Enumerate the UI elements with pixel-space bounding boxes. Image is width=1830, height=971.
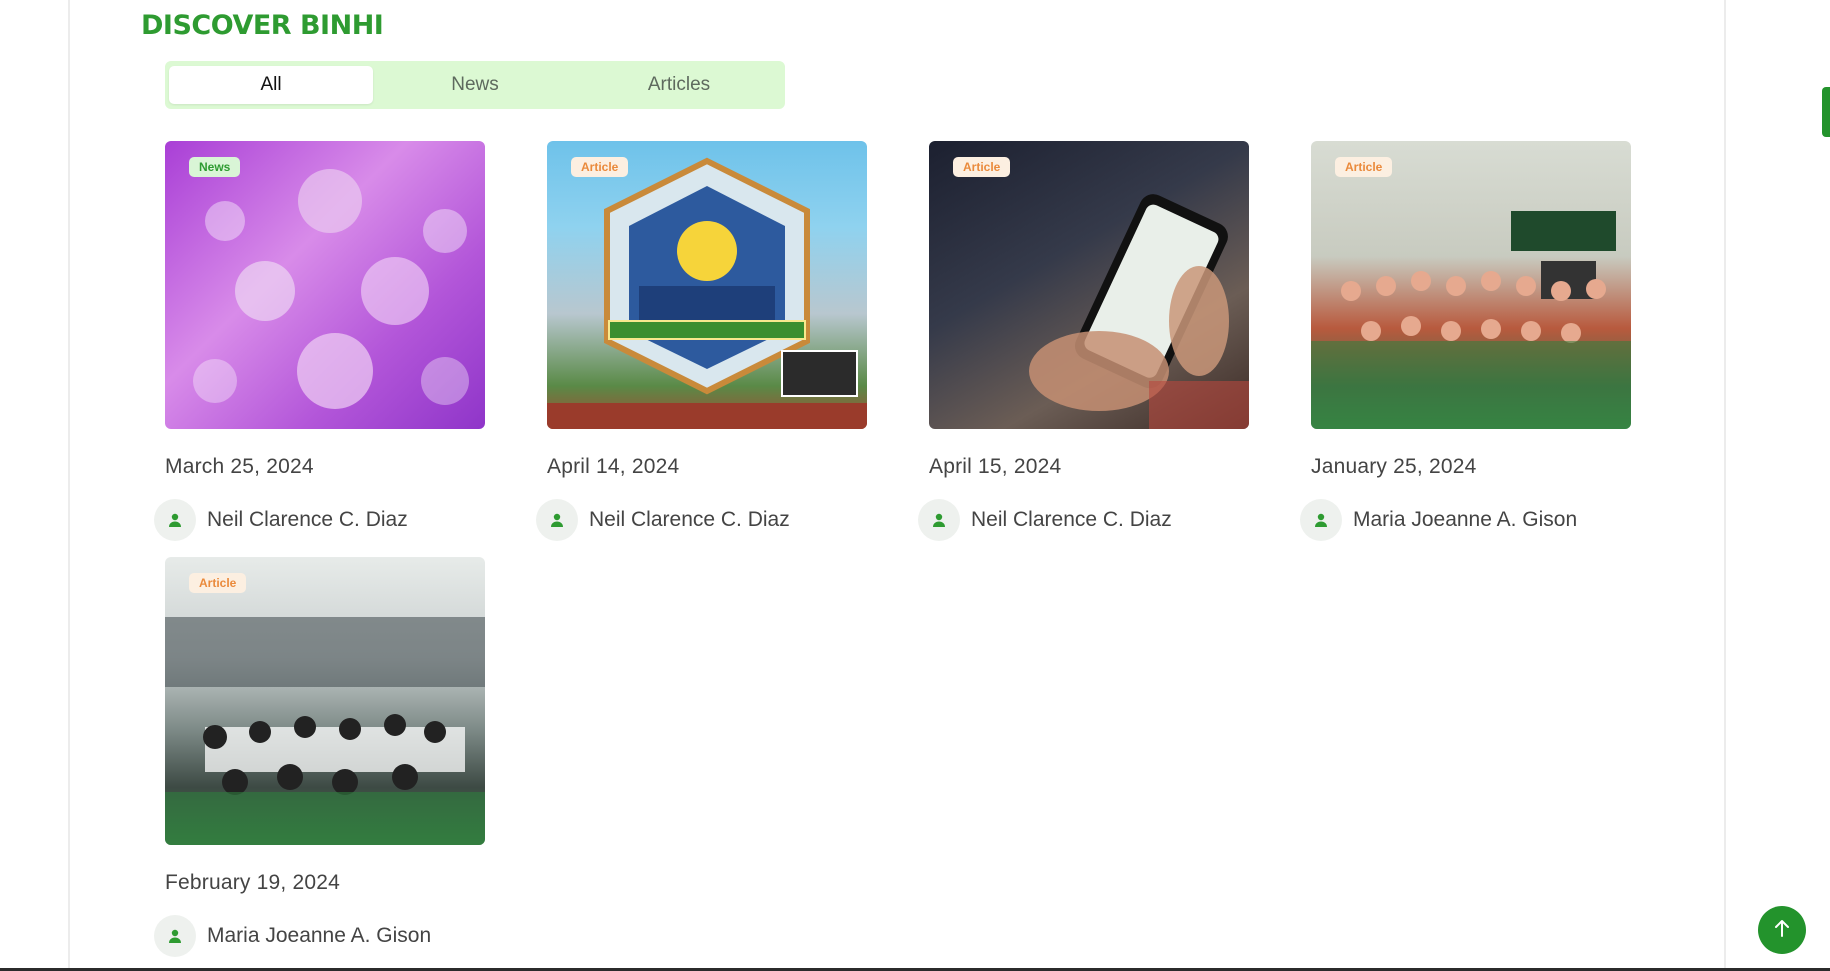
post-image-art xyxy=(1311,211,1631,429)
post-image[interactable]: Article xyxy=(547,141,867,429)
post-author[interactable]: Neil Clarence C. Diaz xyxy=(536,499,867,541)
post-image-art xyxy=(193,169,469,409)
post-author[interactable]: Neil Clarence C. Diaz xyxy=(154,499,485,541)
post-image-art xyxy=(547,157,867,429)
user-icon xyxy=(154,499,196,541)
post-card[interactable]: Article February 19, 2024 Maria Joeanne … xyxy=(154,557,485,957)
author-name: Neil Clarence C. Diaz xyxy=(589,508,790,531)
user-icon xyxy=(154,915,196,957)
post-image[interactable]: Article xyxy=(165,557,485,845)
filter-tabs: All News Articles xyxy=(165,61,785,109)
tab-articles[interactable]: Articles xyxy=(577,66,781,104)
section-title: DISCOVER BINHI xyxy=(141,10,384,41)
post-image-art xyxy=(1029,194,1249,429)
post-card[interactable]: Article April 15, 2024 Neil Clarence C. … xyxy=(918,141,1249,541)
post-date: April 15, 2024 xyxy=(929,455,1062,478)
post-author[interactable]: Maria Joeanne A. Gison xyxy=(154,915,485,957)
type-badge: Article xyxy=(189,573,247,593)
post-card[interactable]: News March 25, 2024 Neil Clarence C. Dia… xyxy=(154,141,485,541)
type-badge: Article xyxy=(571,157,629,177)
scrollbar-thumb[interactable] xyxy=(1822,87,1830,137)
type-badge: News xyxy=(189,157,241,177)
user-icon xyxy=(1300,499,1342,541)
post-date: April 14, 2024 xyxy=(547,455,680,478)
post-image[interactable]: Article xyxy=(929,141,1249,429)
author-name: Neil Clarence C. Diaz xyxy=(971,508,1172,531)
type-badge: Article xyxy=(953,157,1011,177)
post-date: March 25, 2024 xyxy=(165,455,314,478)
user-icon xyxy=(536,499,578,541)
user-icon xyxy=(918,499,960,541)
post-image[interactable]: Article xyxy=(1311,141,1631,429)
post-image-art xyxy=(165,617,485,845)
post-date: January 25, 2024 xyxy=(1311,455,1477,478)
tab-news[interactable]: News xyxy=(373,66,577,104)
post-date: February 19, 2024 xyxy=(165,871,341,894)
post-card[interactable]: Article April 14, 2024 Neil Clarence C. … xyxy=(536,141,867,541)
post-image[interactable]: News xyxy=(165,141,485,429)
author-name: Maria Joeanne A. Gison xyxy=(207,924,432,947)
scroll-to-top-button[interactable] xyxy=(1758,906,1806,954)
tab-all[interactable]: All xyxy=(169,66,373,104)
post-author[interactable]: Neil Clarence C. Diaz xyxy=(918,499,1249,541)
author-name: Neil Clarence C. Diaz xyxy=(207,508,408,531)
type-badge: Article xyxy=(1335,157,1393,177)
post-author[interactable]: Maria Joeanne A. Gison xyxy=(1300,499,1631,541)
author-name: Maria Joeanne A. Gison xyxy=(1353,508,1578,531)
post-card[interactable]: Article January 25, 2024 Maria Joeanne A… xyxy=(1300,141,1631,541)
arrow-up-icon xyxy=(1771,917,1793,944)
